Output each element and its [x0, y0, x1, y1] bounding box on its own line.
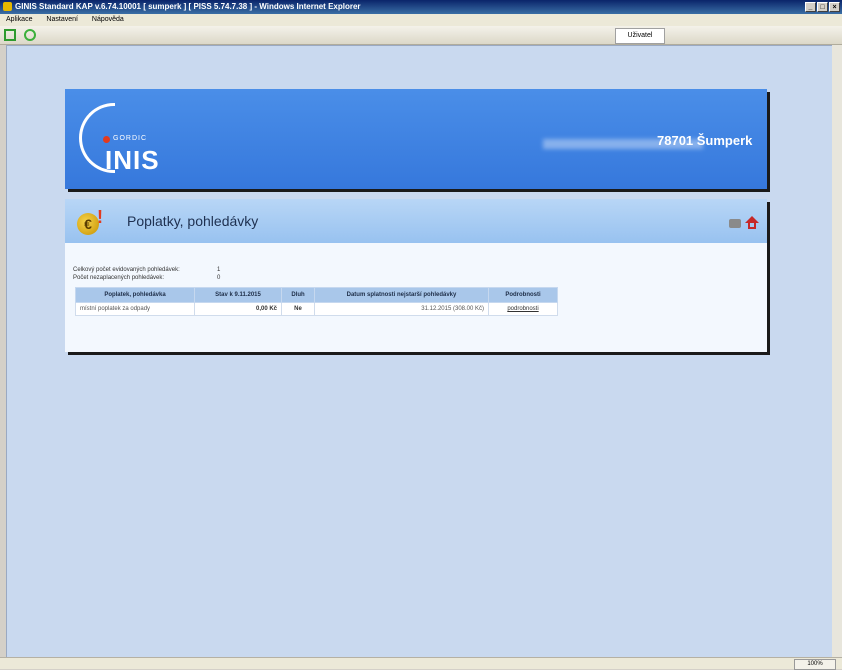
home-icon[interactable]: [745, 216, 759, 230]
refresh-icon[interactable]: [24, 29, 36, 41]
euro-coin-icon: €: [77, 213, 99, 235]
header-banner: GORDIC INIS 78701 Šumperk: [65, 89, 767, 189]
close-button[interactable]: ×: [829, 2, 840, 12]
window-titlebar: GINIS Standard KAP v.6.74.10001 [ sumper…: [0, 0, 842, 14]
summary-value: 0: [217, 275, 221, 281]
details-link[interactable]: podrobnosti: [507, 306, 538, 312]
user-button[interactable]: Uživatel: [615, 28, 665, 44]
logo-gordic-text: GORDIC: [113, 135, 147, 142]
summary: Celkový počet evidovaných pohledávek: 1 …: [73, 266, 220, 282]
table-row: místní poplatek za odpady 0,00 Kč Ne 31.…: [75, 302, 558, 316]
fee-name-cell: místní poplatek za odpady: [75, 302, 195, 316]
fees-panel: € ! Poplatky, pohledávky Celkový počet e…: [65, 199, 767, 352]
debt-cell: Ne: [281, 302, 315, 316]
window-title: GINIS Standard KAP v.6.74.10001 [ sumper…: [15, 2, 361, 11]
exclamation-icon: !: [97, 207, 103, 227]
summary-row: Celkový počet evidovaných pohledávek: 1: [73, 266, 220, 274]
summary-value: 1: [217, 267, 221, 273]
content-viewport: GORDIC INIS 78701 Šumperk € ! Poplatky, …: [6, 45, 834, 659]
zoom-control[interactable]: 100%: [794, 659, 836, 670]
table-header-row: Poplatek, pohledávka Stav k 9.11.2015 Dl…: [75, 287, 558, 303]
maximize-button[interactable]: □: [817, 2, 828, 12]
logo-ginis-text: INIS: [105, 145, 160, 175]
print-icon[interactable]: [729, 219, 741, 228]
menu-napoveda[interactable]: Nápověda: [92, 16, 124, 23]
due-date-cell: 31.12.2015 (308.00 Kč): [314, 302, 489, 316]
column-header: Datum splatnosti nejstarší pohledávky: [314, 287, 489, 303]
column-header: Podrobnosti: [488, 287, 558, 303]
fees-table: Poplatek, pohledávka Stav k 9.11.2015 Dl…: [75, 287, 558, 316]
column-header: Poplatek, pohledávka: [75, 287, 195, 303]
summary-label: Celkový počet evidovaných pohledávek:: [73, 267, 180, 273]
statusbar: 100%: [0, 657, 842, 670]
menubar: Aplikace Nastavení Nápověda: [0, 14, 842, 26]
summary-label: Počet nezaplacených pohledávek:: [73, 275, 165, 281]
summary-row: Počet nezaplacených pohledávek: 0: [73, 274, 220, 282]
city-label: 78701 Šumperk: [657, 133, 753, 148]
ginis-logo: GORDIC INIS: [79, 103, 189, 173]
page-title: Poplatky, pohledávky: [127, 213, 259, 229]
toolbar: Uživatel: [0, 26, 842, 45]
menu-aplikace[interactable]: Aplikace: [6, 16, 32, 23]
ginis-home-icon[interactable]: [4, 29, 16, 41]
column-header: Dluh: [281, 287, 315, 303]
minimize-button[interactable]: _: [805, 2, 816, 12]
details-cell: podrobnosti: [488, 302, 558, 316]
panel-header: € ! Poplatky, pohledávky: [65, 199, 767, 243]
logo-dot: [103, 136, 110, 143]
column-header: Stav k 9.11.2015: [194, 287, 282, 303]
menu-nastaveni[interactable]: Nastavení: [46, 16, 78, 23]
ie-app-icon: [3, 2, 12, 11]
vertical-scrollbar[interactable]: [832, 45, 842, 657]
balance-cell: 0,00 Kč: [194, 302, 282, 316]
